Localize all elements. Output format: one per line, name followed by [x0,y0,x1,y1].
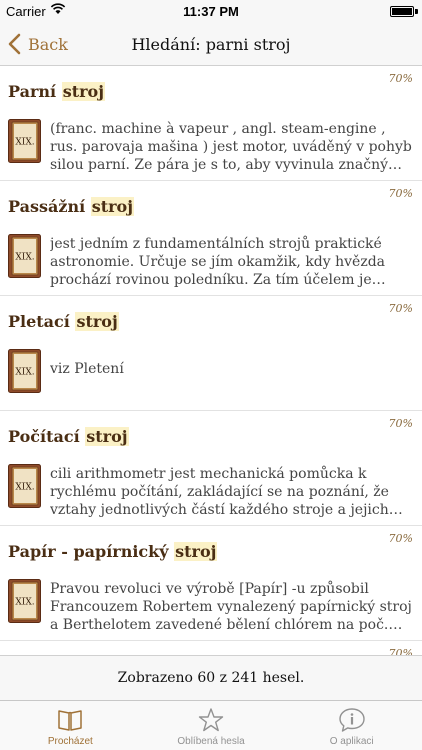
result-title: Pletací stroj [8,312,119,331]
book-icon: XIX. [8,579,41,623]
relevance-score: 70% [388,187,413,200]
book-label: XIX. [15,138,34,148]
result-item[interactable]: 70% Papír - papírnický stroj XIX. Pravou… [0,526,422,641]
tab-label: Procházet [47,736,93,747]
search-highlight: stroj [61,82,105,101]
tab-label: Oblíbená hesla [177,736,245,747]
tab-bar: Procházet Oblíbená hesla O aplikaci [0,700,422,750]
status-time: 11:37 PM [183,4,239,19]
result-item[interactable]: 70% Počítací stroj XIX. cili arithmometr… [0,411,422,526]
book-icon [58,710,83,731]
book-label: XIX. [15,253,34,263]
result-excerpt: cili arithmometr jest mechanická pomůcka… [50,466,389,518]
navigation-bar: Back Hledání: parni stroj [0,22,422,66]
battery-icon [390,6,414,17]
search-highlight: stroj [75,312,119,331]
relevance-score: 70% [388,72,413,85]
info-icon [338,708,365,732]
result-item[interactable]: 70% Pletací stroj XIX. viz Pletení [0,296,422,411]
result-excerpt: viz Pletení [50,361,124,377]
search-highlight: stroj [174,542,218,561]
book-label: XIX. [15,598,34,608]
relevance-score: 70% [388,417,413,430]
tab-browse[interactable]: Procházet [0,701,141,750]
result-title: Parní stroj [8,82,105,101]
book-icon: XIX. [8,119,41,163]
page-title: Hledání: parni stroj [131,35,291,54]
tab-favorites[interactable]: Oblíbená hesla [141,701,282,750]
results-count: Zobrazeno 60 z 241 hesel. [0,655,422,700]
relevance-score: 70% [388,532,413,545]
result-item[interactable]: 70% Passážní stroj XIX. jest jedním z fu… [0,181,422,296]
book-icon: XIX. [8,349,41,393]
search-highlight: stroj [90,197,135,216]
relevance-score: 70% [388,647,413,655]
book-label: XIX. [15,483,34,493]
book-label: XIX. [15,368,34,378]
result-item-partial[interactable]: 70% [0,641,422,655]
tab-label: O aplikaci [329,736,374,747]
relevance-score: 70% [388,302,413,315]
star-icon [198,708,224,732]
result-title: Passážní stroj [8,197,135,216]
tab-about[interactable]: O aplikaci [281,701,422,750]
result-excerpt: jest jedním z fundamentálních strojů pra… [50,236,386,288]
battery-cap [415,9,418,14]
result-excerpt: (franc. machine à vapeur , angl. steam-e… [50,121,412,173]
result-title: Počítací stroj [8,427,129,446]
results-list[interactable]: 70% Parní stroj XIX. (franc. machine à v… [0,66,422,655]
search-highlight: stroj [85,427,129,446]
result-title: Papír - papírnický stroj [8,542,218,561]
result-item[interactable]: 70% Parní stroj XIX. (franc. machine à v… [0,66,422,181]
status-bar: Carrier 11:37 PM [0,0,422,22]
book-icon: XIX. [8,464,41,508]
result-excerpt: Pravou revoluci ve výrobě [Papír] -u způ… [50,581,412,633]
book-icon: XIX. [8,234,41,278]
